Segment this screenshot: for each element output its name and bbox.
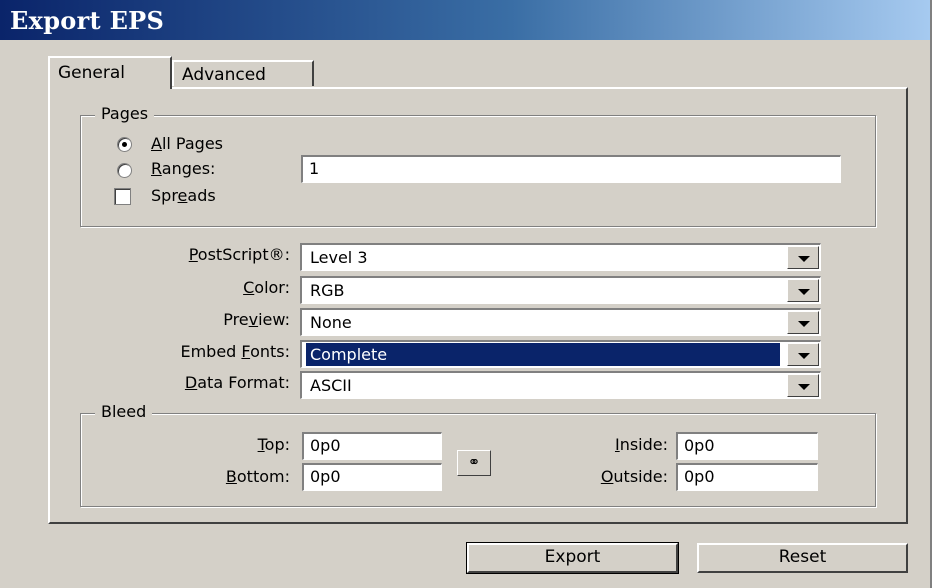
chevron-down-icon[interactable]	[787, 343, 819, 366]
tab-general[interactable]: General	[48, 56, 172, 89]
tab-general-label: General	[58, 63, 125, 83]
color-value: RGB	[310, 281, 345, 300]
preview-label: Preview:	[223, 310, 290, 329]
preview-select[interactable]: None	[300, 308, 821, 336]
spreads-label[interactable]: Spreads	[151, 186, 216, 205]
color-select[interactable]: RGB	[300, 276, 821, 304]
export-button[interactable]: Export	[466, 542, 679, 574]
ranges-label[interactable]: Ranges:	[151, 159, 215, 178]
bleed-inside-label: Inside:	[614, 435, 668, 454]
all-pages-label[interactable]: All Pages	[151, 134, 223, 153]
data-format-label: Data Format:	[184, 373, 290, 392]
postscript-select[interactable]: Level 3	[300, 243, 821, 271]
reset-button[interactable]: Reset	[697, 543, 908, 573]
preview-value: None	[310, 313, 352, 332]
embed-fonts-label: Embed Fonts:	[180, 342, 290, 361]
tab-advanced[interactable]: Advanced	[172, 60, 314, 86]
postscript-label: PostScript®:	[188, 245, 290, 264]
chain-link-icon[interactable]: ⚭	[457, 450, 491, 476]
color-label: Color:	[243, 278, 290, 297]
bleed-top-label: Top:	[257, 435, 290, 454]
spreads-checkbox[interactable]	[114, 188, 131, 205]
pages-group-label: Pages	[95, 104, 155, 123]
ranges-radio[interactable]	[117, 163, 132, 178]
bleed-outside-label: Outside:	[600, 467, 668, 486]
radio-selected-dot	[122, 142, 127, 147]
bleed-outside-input[interactable]: 0p0	[676, 463, 818, 491]
embed-fonts-value: Complete	[306, 343, 780, 366]
chevron-down-icon[interactable]	[787, 374, 819, 397]
chevron-down-icon[interactable]	[787, 246, 819, 269]
bleed-group-label: Bleed	[95, 402, 153, 421]
bleed-top-input[interactable]: 0p0	[302, 432, 442, 460]
chevron-down-icon[interactable]	[787, 279, 819, 302]
bleed-inside-input[interactable]: 0p0	[676, 432, 818, 460]
export-eps-dialog: Export EPS Advanced General Pages All Pa…	[0, 0, 932, 588]
data-format-select[interactable]: ASCII	[300, 371, 821, 399]
data-format-value: ASCII	[310, 376, 352, 395]
all-pages-radio[interactable]	[117, 137, 132, 152]
title-bar[interactable]: Export EPS	[0, 0, 930, 40]
tab-advanced-label: Advanced	[182, 65, 266, 85]
bleed-bottom-label: Bottom:	[225, 467, 290, 486]
bleed-bottom-input[interactable]: 0p0	[302, 463, 442, 491]
chevron-down-icon[interactable]	[787, 311, 819, 334]
ranges-input[interactable]: 1	[301, 155, 841, 183]
window-title: Export EPS	[10, 6, 165, 35]
postscript-value: Level 3	[310, 248, 368, 267]
embed-fonts-select[interactable]: Complete	[300, 340, 821, 368]
